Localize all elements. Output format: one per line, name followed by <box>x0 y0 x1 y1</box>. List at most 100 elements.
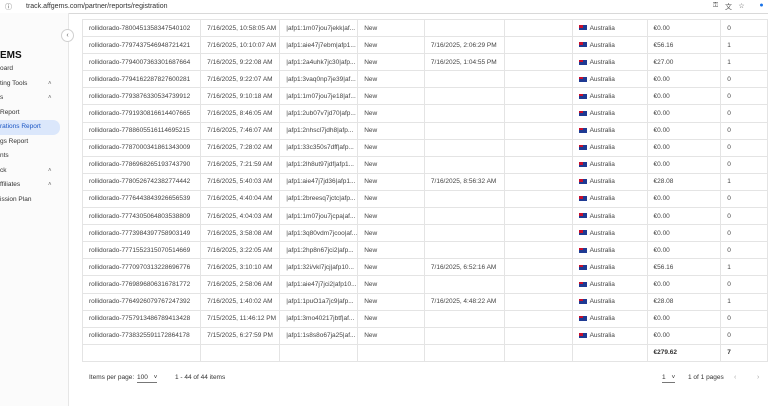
main-content: rollidorado-7800451358347540102 7/16/2025… <box>69 13 768 406</box>
cell-text: New <box>364 332 378 340</box>
url-text[interactable]: track.affgems.com/partner/reports/regist… <box>26 3 167 10</box>
empty-cell <box>503 343 573 362</box>
sidebar-item[interactable]: oard <box>0 62 68 77</box>
tracking-code-cell: |afp1:3q80vdm7jcoo|af... <box>279 224 359 243</box>
cell-text: |afp1:aie47j7ebm|afp1... <box>286 41 356 49</box>
tracking-code-cell: |afp1:2a4uhk7jc30|afp... <box>279 53 359 72</box>
empty-cell <box>503 224 573 243</box>
sidebar-item[interactable]: rations Report <box>0 120 60 135</box>
page-select[interactable]: 1 ˅ <box>662 374 676 383</box>
sidebar-item[interactable]: nts <box>0 149 68 164</box>
empty-cell <box>503 241 573 260</box>
registration-date-cell: 7/15/2025, 6:27:59 PM <box>200 326 281 345</box>
cell-text: |afp1:2a4uhk7jc30|afp... <box>286 58 356 66</box>
empty-cell <box>503 172 573 191</box>
sidebar-item[interactable]: ffiliates ˄ <box>0 178 68 193</box>
sidebar-item[interactable]: Report <box>0 106 68 121</box>
player-id-cell: rollidorado-7780526742382774442 <box>81 172 202 191</box>
count-cell: 0 <box>720 104 768 123</box>
status-cell: New <box>357 155 425 174</box>
cell-text: 0 <box>727 195 731 203</box>
cell-text: Australia <box>589 298 615 306</box>
tracking-code-cell: |afp1:1m07jou7jekk|af... <box>279 18 359 38</box>
cell-text: €0.00 <box>653 195 670 203</box>
country-cell: Australia <box>571 36 648 55</box>
sidebar-item-label: oard <box>0 65 14 72</box>
cell-text: 1 <box>727 263 731 271</box>
count-cell: 0 <box>720 70 768 89</box>
sidebar-item[interactable]: gs Report <box>0 135 68 150</box>
cell-text: Australia <box>589 75 615 83</box>
first-deposit-date-cell: 7/16/2025, 4:48:22 AM <box>423 292 505 311</box>
tracking-code-cell: |afp1:1puO1a7jc9|afp... <box>279 292 359 311</box>
page-count-label: 1 of 1 pages <box>688 374 724 381</box>
cell-text: 7/16/2025, 9:22:07 AM <box>207 75 273 83</box>
table-row: rollidorado-7776443843926656539 7/16/2025… <box>81 189 768 209</box>
count-cell: 0 <box>720 87 768 106</box>
cell-text: rollidorado-7794007363301687664 <box>89 58 191 66</box>
cell-text: rollidorado-7774305064803538809 <box>89 212 191 220</box>
commission-cell: €0.00 <box>646 224 722 243</box>
status-cell: New <box>357 207 425 226</box>
site-info-icon[interactable]: ⓘ <box>5 2 13 11</box>
cell-text: rollidorado-7780526742382774442 <box>89 178 191 186</box>
country-cell: Australia <box>571 18 648 38</box>
items-per-page-select[interactable]: 100 ˅ <box>137 374 158 383</box>
next-page-icon[interactable]: › <box>757 374 759 381</box>
registration-date-cell: 7/16/2025, 9:22:08 AM <box>200 53 281 72</box>
cell-text: 7/16/2025, 4:04:03 AM <box>207 212 273 220</box>
cell-text: Australia <box>589 92 615 100</box>
empty-cell <box>503 326 573 345</box>
count-cell: 0 <box>720 138 768 157</box>
cell-text: |afp1:2breesq7jctc|afp... <box>286 195 356 203</box>
cell-text: 7/16/2025, 9:10:18 AM <box>207 92 273 100</box>
previous-page-icon[interactable]: ‹ <box>734 374 736 381</box>
player-id-cell: rollidorado-7774305064803538809 <box>81 207 202 226</box>
cell-text: €0.00 <box>653 75 670 83</box>
table-row: rollidorado-7770970313228696776 7/16/2025… <box>81 258 768 277</box>
cell-text: 1 <box>727 58 731 66</box>
brand-logo: EMS <box>0 50 22 61</box>
key-icon[interactable]: ⚿ <box>711 2 720 11</box>
count-cell: 0 <box>720 241 768 260</box>
empty-cell <box>503 207 573 226</box>
status-cell: New <box>357 138 425 157</box>
cell-text: rollidorado-7764926079767247392 <box>89 298 191 306</box>
cell-text: 0 <box>727 75 731 83</box>
country-cell: Australia <box>571 87 648 106</box>
cell-text: €0.00 <box>653 212 670 220</box>
cell-text: New <box>364 195 378 203</box>
sidebar-collapse-button[interactable]: ‹ <box>61 29 74 42</box>
cell-text: €0.00 <box>653 161 670 169</box>
count-cell: 1 <box>720 36 768 55</box>
table-row: rollidorado-7794162287827600281 7/16/2025… <box>81 70 768 89</box>
tracking-code-cell: |afp1:1m07jou7jcpa|af... <box>279 207 359 226</box>
first-deposit-date-cell <box>423 70 505 89</box>
cell-text: €27.00 <box>653 58 674 66</box>
empty-cell <box>503 53 573 72</box>
table-row: rollidorado-7764926079767247392 7/16/2025… <box>81 292 768 311</box>
tracking-code-cell: |afp1:aie47j7jci2|afp10... <box>279 275 359 294</box>
status-cell: New <box>357 104 425 123</box>
sidebar-item[interactable]: ck ˄ <box>0 164 68 179</box>
cell-text: Australia <box>589 24 615 32</box>
first-deposit-date-cell <box>423 155 505 174</box>
translate-icon[interactable]: 文 <box>724 2 733 11</box>
cell-text: 7/16/2025, 4:48:22 AM <box>430 298 497 306</box>
bookmark-star-icon[interactable]: ☆ <box>737 2 746 11</box>
empty-cell <box>200 343 281 362</box>
cell-text: 7/16/2025, 7:46:07 AM <box>207 127 273 135</box>
player-id-cell: rollidorado-7793876330534739912 <box>81 87 202 106</box>
cell-text: New <box>364 144 378 152</box>
cell-text: €0.00 <box>653 229 670 237</box>
first-deposit-date-cell <box>423 87 505 106</box>
australia-flag-icon <box>578 179 587 185</box>
sidebar-item[interactable]: ission Plan <box>0 193 68 208</box>
extension-icon[interactable]: ● <box>757 2 766 11</box>
sidebar-item[interactable]: s ˄ <box>0 91 68 106</box>
first-deposit-date-cell <box>423 275 505 294</box>
sidebar-item[interactable]: ting Tools ˄ <box>0 77 68 92</box>
first-deposit-date-cell <box>423 309 505 328</box>
cell-text: Australia <box>589 58 615 66</box>
country-cell: Australia <box>571 309 648 328</box>
